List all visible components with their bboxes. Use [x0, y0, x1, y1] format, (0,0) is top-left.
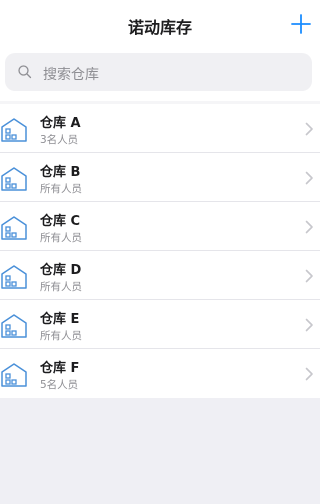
warehouse-row-c[interactable]: 仓库 C 所有人员 [0, 202, 320, 251]
warehouse-name: 仓库 B [40, 165, 81, 180]
warehouse-row-a[interactable]: 仓库 A 3名人员 [0, 104, 320, 153]
chevron-right-icon [305, 122, 313, 136]
warehouse-icon [1, 167, 27, 191]
warehouse-members: 所有人员 [40, 281, 82, 293]
warehouse-name: 仓库 F [40, 361, 80, 376]
warehouse-name: 仓库 A [40, 116, 81, 131]
warehouse-row-b[interactable]: 仓库 B 所有人员 [0, 153, 320, 202]
warehouse-list: 仓库 A 3名人员 仓库 B 所有人员 仓库 C 所有人员 仓库 D 所有人员 … [0, 104, 320, 398]
warehouse-row-e[interactable]: 仓库 E 所有人员 [0, 300, 320, 349]
warehouse-name: 仓库 C [40, 214, 81, 229]
chevron-right-icon [305, 220, 313, 234]
chevron-right-icon [305, 171, 313, 185]
search-input[interactable]: 搜索仓库 [43, 64, 99, 84]
warehouse-row-f[interactable]: 仓库 F 5名人员 [0, 349, 320, 398]
warehouse-members: 所有人员 [40, 183, 82, 195]
warehouse-row-d[interactable]: 仓库 D 所有人员 [0, 251, 320, 300]
add-warehouse-button[interactable] [290, 13, 312, 35]
chevron-right-icon [305, 269, 313, 283]
warehouse-members: 3名人员 [40, 134, 79, 146]
search-bar[interactable]: 搜索仓库 [5, 53, 312, 91]
warehouse-members: 所有人员 [40, 330, 82, 342]
search-icon [18, 65, 32, 79]
warehouse-icon [1, 265, 27, 289]
chevron-right-icon [305, 367, 313, 381]
plus-icon [291, 14, 311, 34]
warehouse-icon [1, 118, 27, 142]
warehouse-name: 仓库 D [40, 263, 82, 278]
header-area: 诺动库存 搜索仓库 [0, 0, 320, 101]
page-title: 诺动库存 [127, 18, 192, 37]
warehouse-icon [1, 216, 27, 240]
chevron-right-icon [305, 318, 313, 332]
warehouse-members: 所有人员 [40, 232, 82, 244]
warehouse-icon [1, 363, 27, 387]
warehouse-members: 5名人员 [40, 379, 79, 391]
warehouse-icon [1, 314, 27, 338]
warehouse-name: 仓库 E [40, 312, 80, 327]
